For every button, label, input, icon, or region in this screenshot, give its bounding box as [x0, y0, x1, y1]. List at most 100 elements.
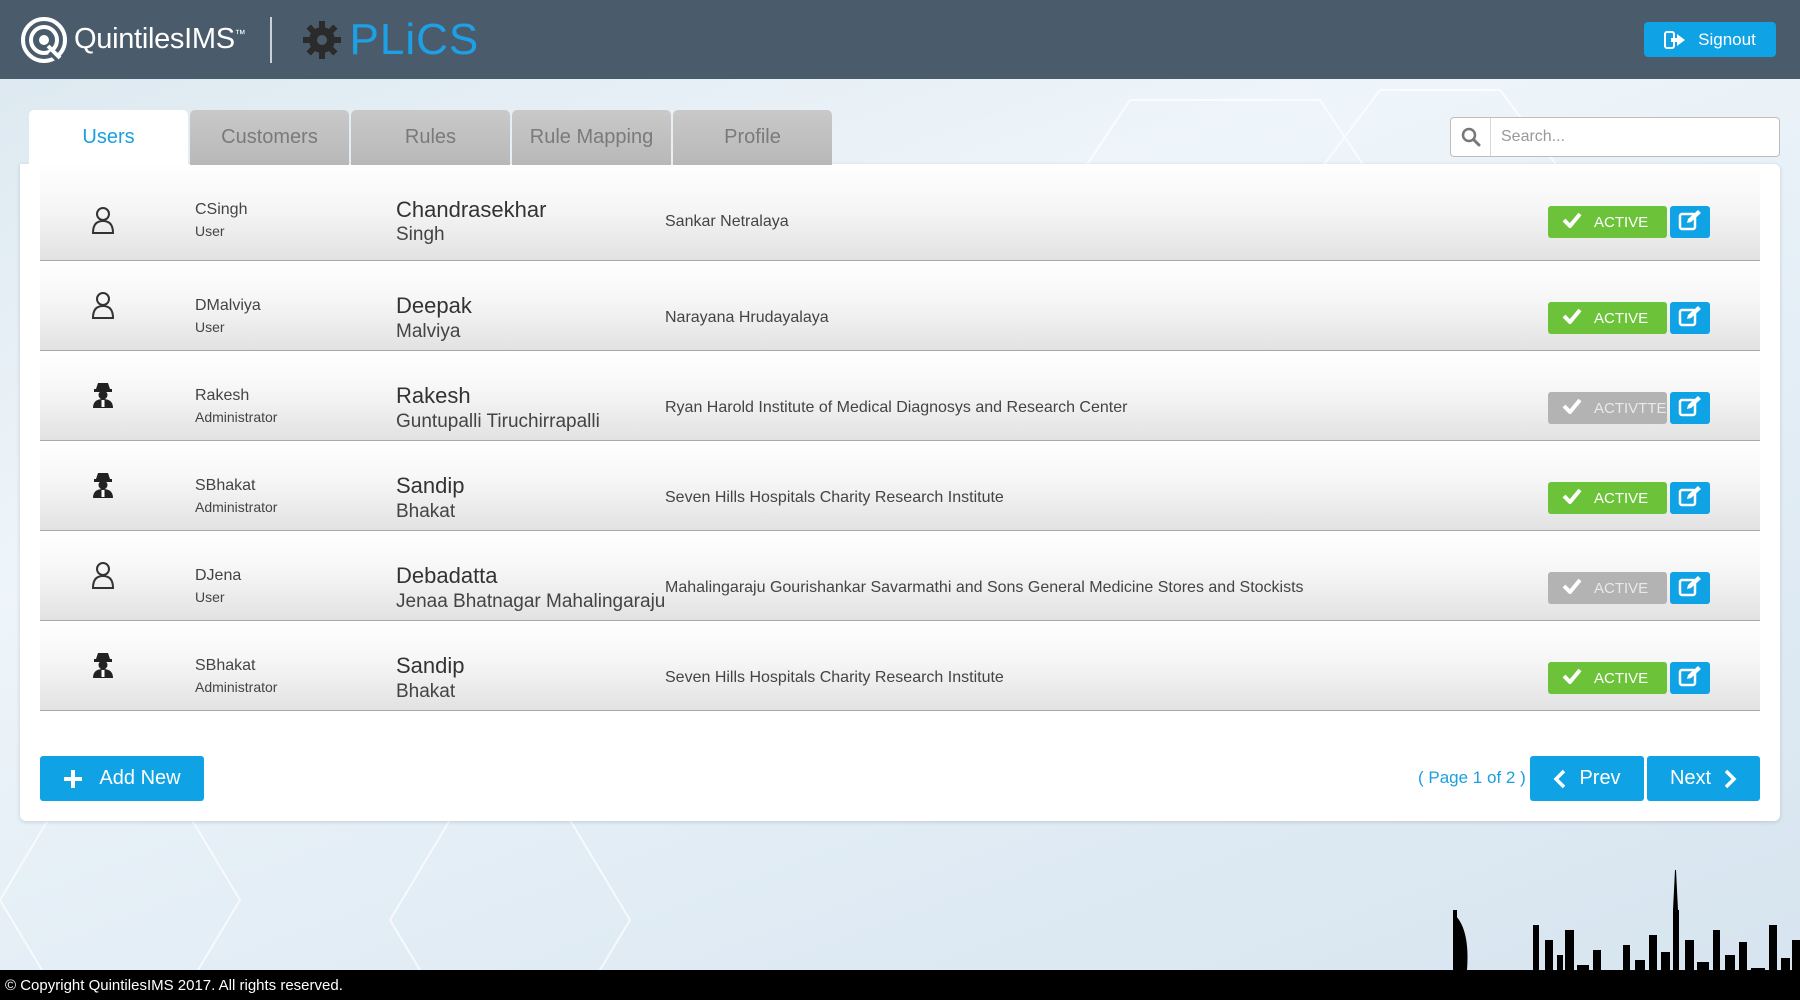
first-name: Deepak — [396, 293, 472, 318]
chevron-left-icon — [1553, 769, 1566, 788]
app-name: PLiCS — [349, 14, 480, 64]
user-role: Administrator — [195, 409, 278, 425]
admin-user-icon — [90, 651, 116, 679]
search-box — [1450, 117, 1780, 157]
users-list: CSingh User Chandrasekhar Singh Sankar Netra… — [40, 164, 1760, 711]
user-role: User — [195, 589, 225, 605]
user-role: Administrator — [195, 679, 278, 695]
edit-button[interactable] — [1670, 662, 1710, 694]
status-toggle-button[interactable]: ACTIVE — [1548, 572, 1667, 604]
table-row: SBhakat Administrator Sandip Bhakat Seven Hi… — [40, 621, 1760, 711]
status-label: ACTIVE — [1594, 579, 1649, 597]
organization: Narayana Hrudayalaya — [665, 309, 829, 326]
main-tabs: Users Customers Rules Rule Mapping Profi… — [29, 110, 834, 165]
first-name: Sandip — [396, 653, 465, 678]
add-new-label: Add New — [99, 767, 181, 789]
brand-logo[interactable]: QuintilesIMS™ — [20, 0, 246, 79]
edit-button[interactable] — [1670, 482, 1710, 514]
last-name: Bhakat — [396, 681, 456, 702]
table-row: DMalviya User Deepak Malviya Narayana Hruday… — [40, 261, 1760, 351]
organization: Seven Hills Hospitals Charity Research I… — [665, 669, 1004, 686]
username: DMalviya — [195, 297, 261, 314]
users-panel: CSingh User Chandrasekhar Singh Sankar Netra… — [20, 164, 1780, 821]
page-indicator: ( Page 1 of 2 ) — [1418, 768, 1526, 787]
check-icon — [1562, 488, 1582, 508]
signout-icon — [1664, 30, 1686, 49]
status-toggle-button[interactable]: ACTIVE — [1548, 482, 1667, 514]
first-name: Rakesh — [396, 383, 471, 408]
organization: Seven Hills Hospitals Charity Research I… — [665, 489, 1004, 506]
tab-users[interactable]: Users — [29, 110, 188, 165]
prev-button[interactable]: Prev — [1530, 756, 1644, 801]
status-label: ACTIVTTE — [1594, 399, 1667, 417]
admin-user-icon — [90, 471, 116, 499]
top-bar: QuintilesIMS™ PLiCS Signout — [0, 0, 1800, 79]
signout-label: Signout — [1698, 29, 1756, 49]
tab-rule-mapping[interactable]: Rule Mapping — [512, 110, 671, 165]
edit-button[interactable] — [1670, 392, 1710, 424]
table-row: Rakesh Administrator Rakesh Guntupalli Tiru… — [40, 351, 1760, 441]
city-skyline-image — [1453, 870, 1800, 1000]
status-toggle-button[interactable]: ACTIVE — [1548, 206, 1667, 238]
table-row: CSingh User Chandrasekhar Singh Sankar Netra… — [40, 164, 1760, 261]
edit-icon — [1678, 305, 1702, 332]
copyright-text: © Copyright QuintilesIMS 2017. All right… — [5, 976, 343, 994]
last-name: Malviya — [396, 321, 461, 342]
username: CSingh — [195, 201, 248, 218]
edit-icon — [1678, 209, 1702, 236]
last-name: Jenaa Bhatnagar Mahalingaraju — [396, 591, 666, 612]
user-outline-icon — [90, 561, 116, 589]
status-label: ACTIVE — [1594, 489, 1649, 507]
table-row: DJena User Debadatta Jenaa Bhatnagar Mahali… — [40, 531, 1760, 621]
last-name: Guntupalli Tiruchirrapalli — [396, 411, 600, 432]
status-label: ACTIVE — [1594, 213, 1649, 231]
table-row: SBhakat Administrator Sandip Bhakat Seven Hi… — [40, 441, 1760, 531]
edit-icon — [1678, 395, 1702, 422]
plus-icon — [64, 769, 83, 788]
user-outline-icon — [90, 206, 116, 234]
next-button[interactable]: Next — [1647, 756, 1760, 801]
app-logo: PLiCS — [302, 15, 480, 65]
tab-customers[interactable]: Customers — [190, 110, 349, 165]
last-name: Bhakat — [396, 501, 456, 522]
first-name: Chandrasekhar — [396, 197, 547, 222]
edit-icon — [1678, 485, 1702, 512]
user-role: Administrator — [195, 499, 278, 515]
edit-button[interactable] — [1670, 206, 1710, 238]
username: Rakesh — [195, 387, 250, 404]
prev-label: Prev — [1579, 767, 1621, 789]
edit-icon — [1678, 575, 1702, 602]
search-icon[interactable] — [1451, 118, 1491, 156]
check-icon — [1562, 398, 1582, 418]
username: SBhakat — [195, 477, 256, 494]
chevron-right-icon — [1724, 769, 1737, 788]
status-toggle-button[interactable]: ACTIVE — [1548, 302, 1667, 334]
user-outline-icon — [90, 291, 116, 319]
last-name: Singh — [396, 224, 445, 245]
first-name: Sandip — [396, 473, 465, 498]
first-name: Debadatta — [396, 563, 498, 588]
tab-rules[interactable]: Rules — [351, 110, 510, 165]
next-label: Next — [1669, 767, 1712, 789]
edit-button[interactable] — [1670, 572, 1710, 604]
header-divider — [269, 16, 272, 63]
brand-name: QuintilesIMS™ — [74, 23, 246, 55]
edit-icon — [1678, 665, 1702, 692]
quintiles-logo-icon — [21, 16, 67, 64]
check-icon — [1562, 668, 1582, 688]
signout-button[interactable]: Signout — [1644, 22, 1776, 57]
status-toggle-button[interactable]: ACTIVTTE — [1548, 392, 1667, 424]
gear-icon — [302, 20, 341, 59]
user-role: User — [195, 223, 225, 239]
status-label: ACTIVE — [1594, 309, 1649, 327]
organization: Sankar Netralaya — [665, 213, 789, 230]
tab-profile[interactable]: Profile — [673, 110, 832, 165]
edit-button[interactable] — [1670, 302, 1710, 334]
status-toggle-button[interactable]: ACTIVE — [1548, 662, 1667, 694]
user-role: User — [195, 319, 225, 335]
add-new-button[interactable]: Add New — [40, 756, 204, 801]
organization: Ryan Harold Institute of Medical Diagnos… — [665, 399, 1128, 416]
organization: Mahalingaraju Gourishankar Savarmathi an… — [665, 579, 1304, 596]
admin-user-icon — [90, 381, 116, 409]
search-input[interactable] — [1491, 119, 1761, 155]
